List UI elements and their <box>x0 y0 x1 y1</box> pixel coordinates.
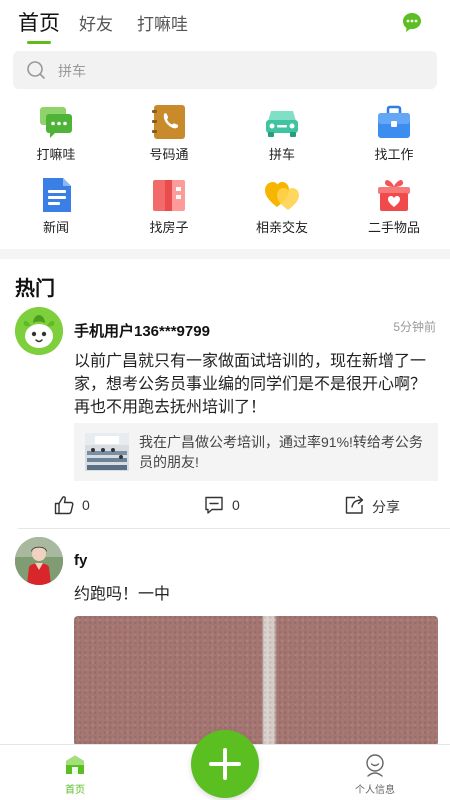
post-text: 以前广昌就只有一家做面试培训的，现在新增了一家，想考公务员事业编的同学们是不是很… <box>74 353 427 416</box>
plus-icon <box>209 748 241 780</box>
search-icon <box>27 61 45 79</box>
grid-label: 找工作 <box>374 147 414 162</box>
comment-icon <box>205 496 223 514</box>
grid-label: 号码通 <box>149 147 189 162</box>
news-icon <box>43 178 71 212</box>
post-separator <box>18 528 450 529</box>
grid-item-damawa[interactable]: 打嘛哇 <box>6 104 106 164</box>
grid-item-news[interactable]: 新闻 <box>6 177 106 237</box>
avatar[interactable] <box>15 537 63 585</box>
grid-item-housing[interactable]: 找房子 <box>119 177 219 237</box>
app-screen: 首页 好友 打嘛哇 拼车 打嘛哇 号码通 拼车 找工作 新闻 找房子 相亲交友 … <box>0 0 450 800</box>
comment-button[interactable]: 0 <box>204 495 254 515</box>
post-text: 约跑吗！一中 <box>74 586 171 603</box>
grid-item-secondhand[interactable]: 二手物品 <box>344 177 444 237</box>
grid-item-phonebook[interactable]: 号码通 <box>119 104 219 164</box>
grid-item-jobs[interactable]: 找工作 <box>344 104 444 164</box>
grid-label: 找房子 <box>149 220 189 235</box>
grid-item-carpool[interactable]: 拼车 <box>232 104 332 164</box>
house-icon <box>153 180 185 211</box>
shared-link-card[interactable]: 我在广昌做公考培训，通过率91%!转给考公务员的朋友! <box>74 423 438 481</box>
home-icon <box>66 755 84 774</box>
post-photo[interactable] <box>74 616 438 746</box>
grid-label: 拼车 <box>268 147 295 162</box>
share-label: 分享 <box>372 499 400 515</box>
search-bar[interactable]: 拼车 <box>13 51 437 89</box>
tab-friends[interactable]: 好友 <box>79 10 113 35</box>
grid-item-dating[interactable]: 相亲交友 <box>232 177 332 237</box>
chat-bubbles-icon <box>40 107 72 138</box>
grid-label: 二手物品 <box>367 220 420 235</box>
nav-profile[interactable]: 个人信息 <box>345 753 405 796</box>
share-button[interactable]: 分享 <box>344 495 414 515</box>
avatar[interactable] <box>15 307 63 355</box>
shared-link-text: 我在广昌做公考培训，通过率91%!转给考公务员的朋友! <box>139 434 423 470</box>
nav-home-label: 首页 <box>65 785 85 796</box>
shared-thumbnail <box>85 433 129 471</box>
thumbs-up-icon <box>54 496 74 515</box>
post-time: 5分钟前 <box>393 320 436 334</box>
post-username[interactable]: 手机用户136***9799 <box>74 320 210 341</box>
active-tab-indicator <box>27 41 51 44</box>
section-divider <box>0 249 450 259</box>
section-title-hot: 热门 <box>15 278 55 300</box>
post-username[interactable]: fy <box>74 552 87 569</box>
tab-home[interactable]: 首页 <box>18 7 60 37</box>
nav-profile-label: 个人信息 <box>355 785 395 796</box>
like-button[interactable]: 0 <box>54 495 104 515</box>
briefcase-icon <box>378 105 410 138</box>
hearts-icon <box>265 182 299 210</box>
tab-damawa[interactable]: 打嘛哇 <box>137 10 188 35</box>
car-icon <box>266 111 298 137</box>
top-tab-bar: 首页 好友 打嘛哇 <box>0 0 450 46</box>
gift-box-icon <box>378 180 410 211</box>
share-icon <box>345 495 364 514</box>
grid-label: 打嘛哇 <box>36 147 76 162</box>
comment-count: 0 <box>232 497 240 513</box>
grid-label: 相亲交友 <box>255 220 308 235</box>
phone-book-icon <box>152 105 185 139</box>
profile-icon <box>366 754 384 777</box>
search-placeholder: 拼车 <box>58 63 86 79</box>
nav-home[interactable]: 首页 <box>45 753 105 796</box>
message-icon[interactable] <box>401 11 423 33</box>
like-count: 0 <box>82 497 90 513</box>
grid-label: 新闻 <box>42 220 69 235</box>
add-post-button[interactable] <box>191 730 259 798</box>
